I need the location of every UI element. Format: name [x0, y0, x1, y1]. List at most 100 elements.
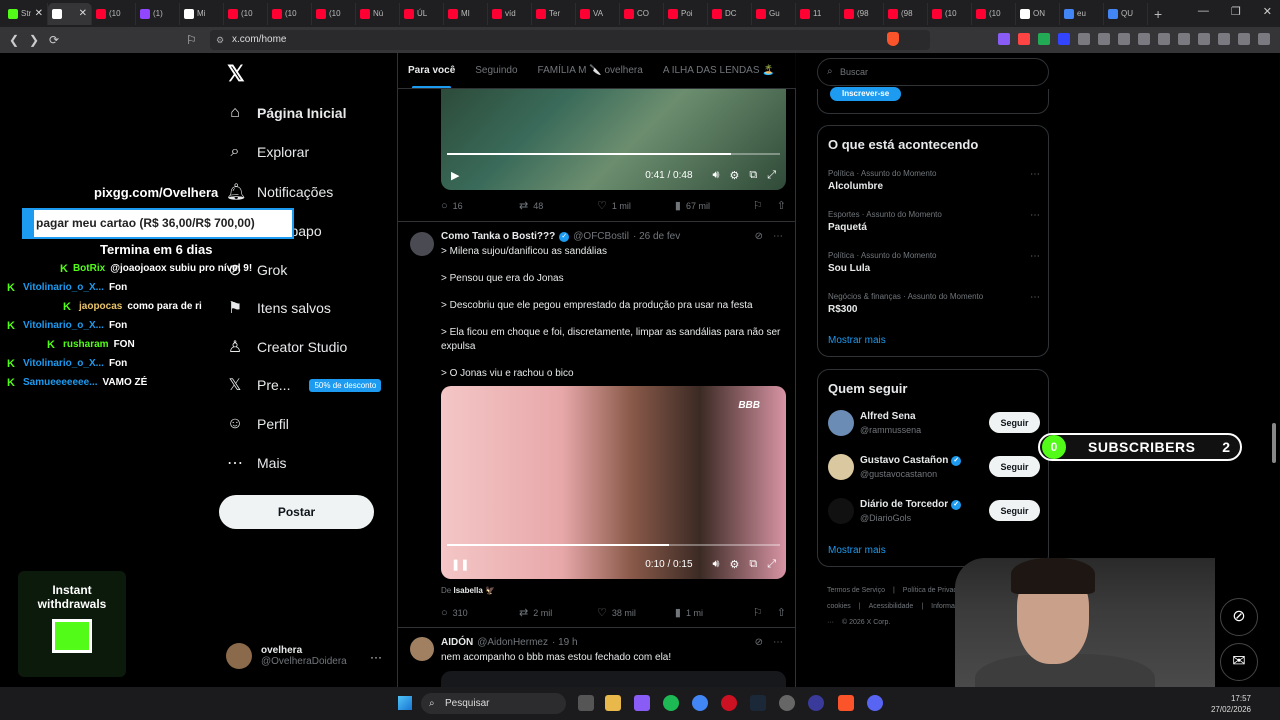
extension-icon[interactable]	[1158, 33, 1170, 45]
forward-icon[interactable]: ❯	[24, 33, 44, 47]
post-button[interactable]: Postar	[219, 495, 374, 529]
source-name[interactable]: Isabella 🦅	[453, 586, 495, 595]
chat-username[interactable]: Vitolinario_o_X...	[23, 358, 104, 369]
settings-icon[interactable]: ⚙	[729, 169, 739, 182]
browser-tab[interactable]: CO	[620, 2, 664, 25]
volume-icon[interactable]: 🔊︎	[713, 169, 720, 182]
extension-icon[interactable]	[1238, 33, 1250, 45]
more-icon[interactable]: ⋯	[773, 637, 783, 648]
extension-icon[interactable]	[1178, 33, 1190, 45]
browser-tab[interactable]: (10	[224, 2, 268, 25]
video-progress-bar[interactable]	[447, 153, 780, 155]
browser-tab[interactable]: Str ✕	[4, 2, 48, 25]
reload-icon[interactable]: ⟳	[44, 33, 64, 47]
author-handle[interactable]: @AidonHermez	[477, 637, 548, 648]
browser-tab[interactable]: (98	[840, 2, 884, 25]
nav-item-bell[interactable]: 🔔︎ Notificações	[226, 182, 333, 202]
more-icon[interactable]: ⋯	[1030, 210, 1040, 221]
share-icon[interactable]: ⇧	[777, 606, 786, 619]
bookmark-icon[interactable]: ⚐	[753, 199, 763, 212]
avatar[interactable]	[410, 232, 434, 256]
follow-suggestion[interactable]: Gustavo Castañon ✓ @gustavocastanon Seguir	[828, 454, 1040, 482]
show-more-link[interactable]: Mostrar mais	[828, 335, 886, 346]
account-more-icon[interactable]: ···	[370, 650, 382, 664]
more-icon[interactable]: ⋯	[1030, 292, 1040, 303]
pip-icon[interactable]: ⧉	[749, 558, 757, 571]
chat-username[interactable]: Vitolinario_o_X...	[23, 320, 104, 331]
author-name[interactable]: AIDÓN	[441, 637, 473, 648]
browser-tab[interactable]: QU	[1104, 2, 1148, 25]
nav-item-bookmark[interactable]: ⚑ Itens salvos	[226, 298, 331, 318]
windows-start-icon[interactable]	[398, 696, 412, 710]
follow-button[interactable]: Seguir	[989, 500, 1040, 521]
extension-icon[interactable]	[998, 33, 1010, 45]
chat-username[interactable]: jaopocas	[79, 301, 122, 312]
browser-tab[interactable]: ÚL	[400, 2, 444, 25]
messages-fab-icon[interactable]: ✉	[1220, 643, 1258, 681]
chat-username[interactable]: BotRix	[73, 263, 105, 274]
nav-item-home[interactable]: ⌂ Página Inicial	[226, 104, 346, 122]
reply-button[interactable]: ○ 16	[441, 200, 519, 212]
browser-tab[interactable]: DC	[708, 2, 752, 25]
opera-icon[interactable]	[721, 695, 737, 711]
minimize-button[interactable]: —	[1198, 5, 1209, 18]
explorer-icon[interactable]	[605, 695, 621, 711]
pause-icon[interactable]: ❚❚	[451, 558, 469, 571]
suggestion-name[interactable]: Gustavo Castañon ✓	[860, 455, 962, 466]
browser-tab[interactable]: víd	[488, 2, 532, 25]
search-input[interactable]: ⌕ Buscar	[817, 58, 1049, 86]
trend-item[interactable]: Política · Assunto do Momento Alcolumbre ⋯	[828, 169, 1040, 192]
video-player[interactable]: ▶ 0:41 / 0:48 🔊︎ ⚙ ⧉ ⤢	[441, 89, 786, 190]
browser-tab[interactable]: (10	[92, 2, 136, 25]
repost-button[interactable]: ⇄ 48	[519, 199, 597, 212]
browser-tab[interactable]: ON	[1016, 2, 1060, 25]
views-button[interactable]: ▮ 67 mil	[675, 199, 753, 212]
menu-icon[interactable]	[1258, 33, 1270, 45]
steam-icon[interactable]	[750, 695, 766, 711]
clock[interactable]: 17:57 27/02/2026	[1211, 693, 1251, 715]
browser-tab[interactable]: eu	[1060, 2, 1104, 25]
show-more-link[interactable]: Mostrar mais	[828, 545, 886, 556]
more-icon[interactable]: ⋯	[1030, 169, 1040, 180]
extension-icon[interactable]	[1098, 33, 1110, 45]
post-date[interactable]: · 19 h	[552, 637, 578, 648]
more-icon[interactable]: ⋯	[1030, 251, 1040, 262]
app-icon[interactable]	[779, 695, 795, 711]
close-tab-icon[interactable]: ✕	[79, 8, 87, 19]
repost-button[interactable]: ⇄ 2 mil	[519, 606, 597, 619]
browser-tab[interactable]: (10	[268, 2, 312, 25]
bookmark-page-icon[interactable]: ⚐	[186, 33, 197, 47]
grok-fab-icon[interactable]: ⊘	[1220, 598, 1258, 636]
volume-icon[interactable]: 🔊︎	[713, 558, 720, 571]
author-name[interactable]: Como Tanka o Bosti???	[441, 231, 555, 242]
chat-username[interactable]: Vitolinario_o_X...	[23, 282, 104, 293]
footer-link[interactable]: Acessibilidade	[869, 603, 914, 610]
page-scrollbar[interactable]	[1272, 423, 1276, 463]
trend-item[interactable]: Negócios & finanças · Assunto do Momento…	[828, 292, 1040, 315]
timeline-tab[interactable]: Seguindo	[475, 65, 517, 76]
close-window-button[interactable]: ✕	[1263, 5, 1272, 18]
footer-link[interactable]: Termos de Serviço	[827, 587, 885, 594]
browser-tab[interactable]: ✕	[48, 2, 92, 25]
site-info-icon[interactable]: ⚙	[216, 30, 224, 50]
browser-tab[interactable]: Gu	[752, 2, 796, 25]
browser-tab[interactable]: (10	[312, 2, 356, 25]
url-field[interactable]: ⚙ x.com/home	[210, 30, 930, 50]
follow-button[interactable]: Seguir	[989, 456, 1040, 477]
avatar[interactable]	[410, 637, 434, 661]
browser-tab[interactable]: (98	[884, 2, 928, 25]
trend-item[interactable]: Política · Assunto do Momento Sou Lula ⋯	[828, 251, 1040, 274]
avatar[interactable]	[828, 454, 854, 480]
suggestion-name[interactable]: Alfred Sena	[860, 411, 916, 422]
avatar[interactable]	[828, 498, 854, 524]
extension-icon[interactable]	[1038, 33, 1050, 45]
timeline-tab[interactable]: Para você	[408, 65, 455, 88]
browser-tab[interactable]: 11	[796, 2, 840, 25]
browser-tab[interactable]: Nú	[356, 2, 400, 25]
extension-icon[interactable]	[1078, 33, 1090, 45]
browser-tab[interactable]: MI	[444, 2, 488, 25]
play-icon[interactable]: ▶	[451, 169, 459, 182]
account-switcher[interactable]: ovelhera @OvelheraDoidera	[226, 643, 347, 669]
discord-icon[interactable]	[867, 695, 883, 711]
app-icon[interactable]	[634, 695, 650, 711]
